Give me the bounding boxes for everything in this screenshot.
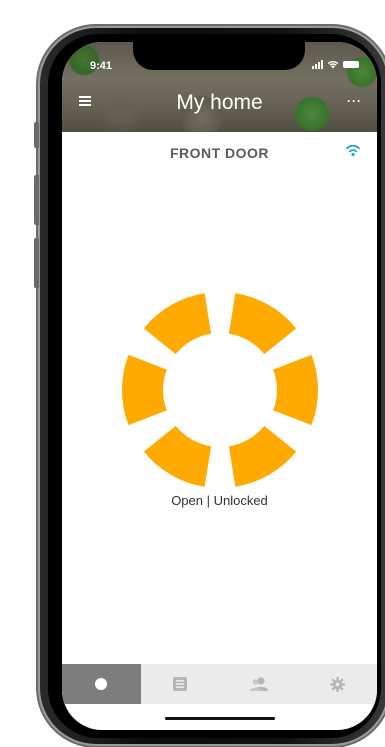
signal-icon: [312, 60, 323, 69]
tab-settings[interactable]: [298, 664, 377, 704]
lock-status-text: Open | Unlocked: [171, 493, 268, 508]
volume-up-button: [34, 175, 39, 225]
lock-wheel-segment: [122, 354, 167, 426]
lock-toggle[interactable]: [120, 290, 320, 490]
tab-lock[interactable]: [62, 664, 141, 704]
notch: [133, 42, 305, 70]
app-screen: 9:41 My home ··· FRONT DOOR Open | Unloc…: [62, 42, 377, 730]
gear-icon: [330, 676, 346, 692]
battery-icon: [343, 61, 359, 68]
home-indicator: [165, 717, 275, 720]
lock-wheel-segment: [228, 425, 297, 487]
device-name: FRONT DOOR: [169, 145, 270, 161]
status-time: 9:41: [90, 60, 113, 72]
lock-wheel-segment: [228, 293, 297, 355]
wifi-icon: [346, 144, 360, 157]
lock-wheel-segment: [143, 293, 212, 355]
mute-switch: [34, 122, 39, 148]
lock-wheel-segment: [273, 354, 318, 426]
list-icon: [173, 677, 188, 691]
circle-icon: [95, 678, 108, 690]
lock-wheel-segment: [143, 425, 212, 487]
users-icon: [249, 677, 268, 691]
more-options-icon[interactable]: ···: [347, 94, 362, 108]
status-icons: [312, 60, 359, 69]
page-title: My home: [176, 91, 263, 114]
volume-down-button: [34, 238, 39, 288]
wifi-status-icon: [327, 61, 339, 69]
bottom-tab-bar: [62, 664, 377, 704]
tab-activity-log[interactable]: [141, 664, 220, 704]
tab-users[interactable]: [220, 664, 299, 704]
